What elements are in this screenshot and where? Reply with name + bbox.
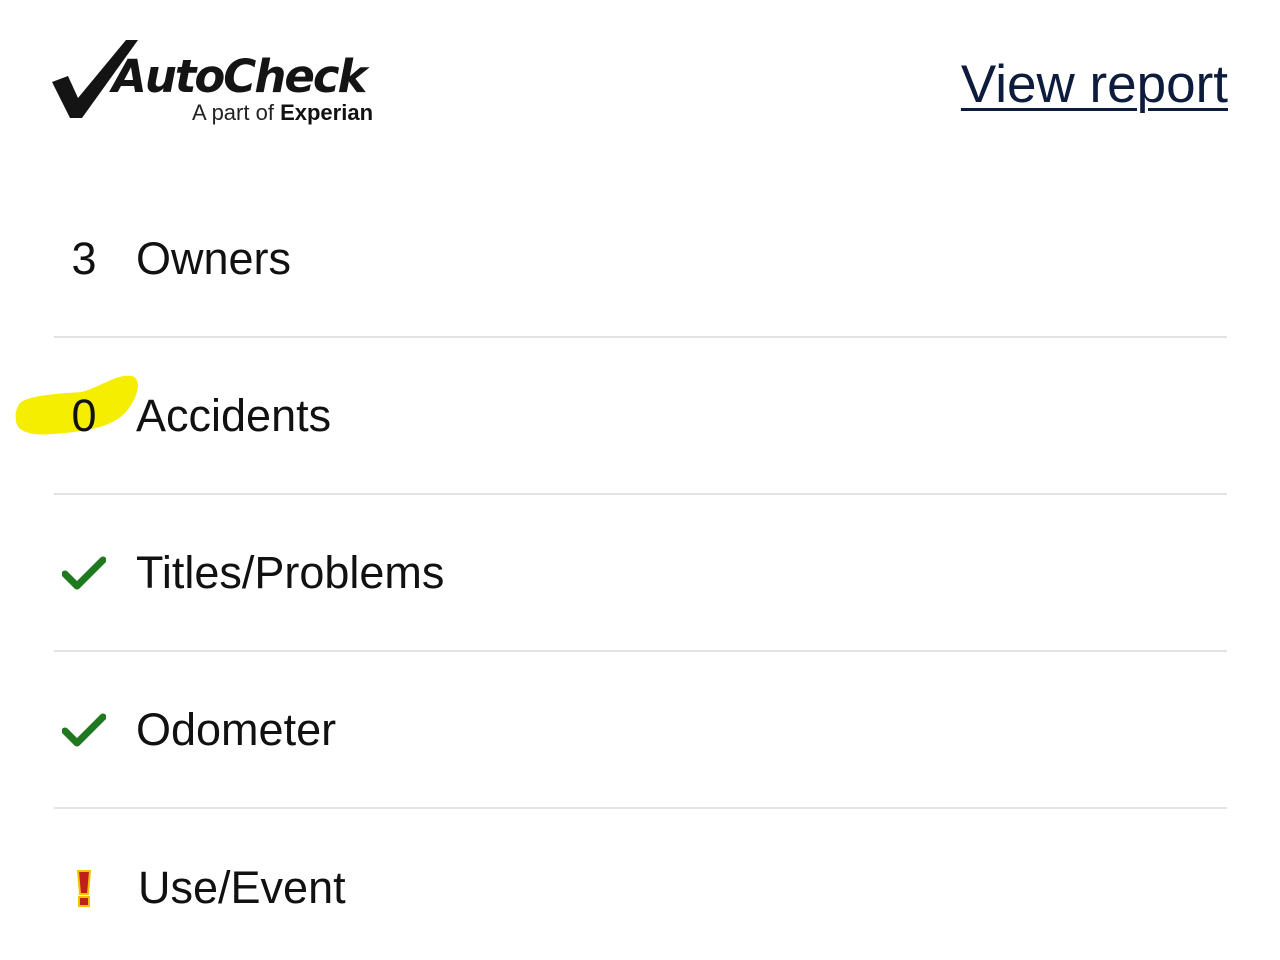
accidents-label: Accidents [136, 389, 332, 441]
logo-wordmark: AutoCheck [112, 50, 367, 103]
logo-tagline: A part of Experian [192, 102, 373, 124]
autocheck-logo: AutoCheck A part of Experian [48, 36, 428, 136]
check-icon [62, 556, 106, 589]
check-icon [62, 713, 106, 746]
vehicle-history-summary: AutoCheck A part of Experian View report… [0, 0, 1280, 960]
summary-row-titles-problems: Titles/Problems [54, 495, 1227, 652]
summary-row-use-event: Use/Event [54, 809, 1227, 960]
row-indicator: 0 [15, 375, 138, 446]
view-report-link[interactable]: View report [961, 55, 1228, 114]
header: AutoCheck A part of Experian View report [0, 0, 1280, 170]
use-event-label: Use/Event [138, 861, 346, 913]
exclamation-icon [76, 869, 92, 907]
row-indicator: 3 [54, 229, 114, 289]
summary-row-odometer: Odometer [54, 652, 1227, 809]
odometer-label: Odometer [136, 703, 337, 755]
titles-problems-label: Titles/Problems [136, 546, 445, 598]
summary-row-accidents: 0 Accidents [15, 338, 1227, 495]
row-indicator [54, 543, 114, 603]
accidents-count: 0 [71, 389, 97, 441]
row-indicator [54, 700, 114, 760]
summary-row-owners: 3 Owners [54, 181, 1227, 338]
logo-tagline-prefix: A part of [192, 100, 274, 125]
owners-count: 3 [71, 232, 97, 284]
history-summary-list: 3 Owners 0 Accidents Titles/Problems Odo… [15, 181, 1227, 960]
owners-label: Owners [136, 232, 292, 284]
row-indicator [54, 858, 114, 918]
logo-tagline-brand: Experian [280, 100, 374, 125]
